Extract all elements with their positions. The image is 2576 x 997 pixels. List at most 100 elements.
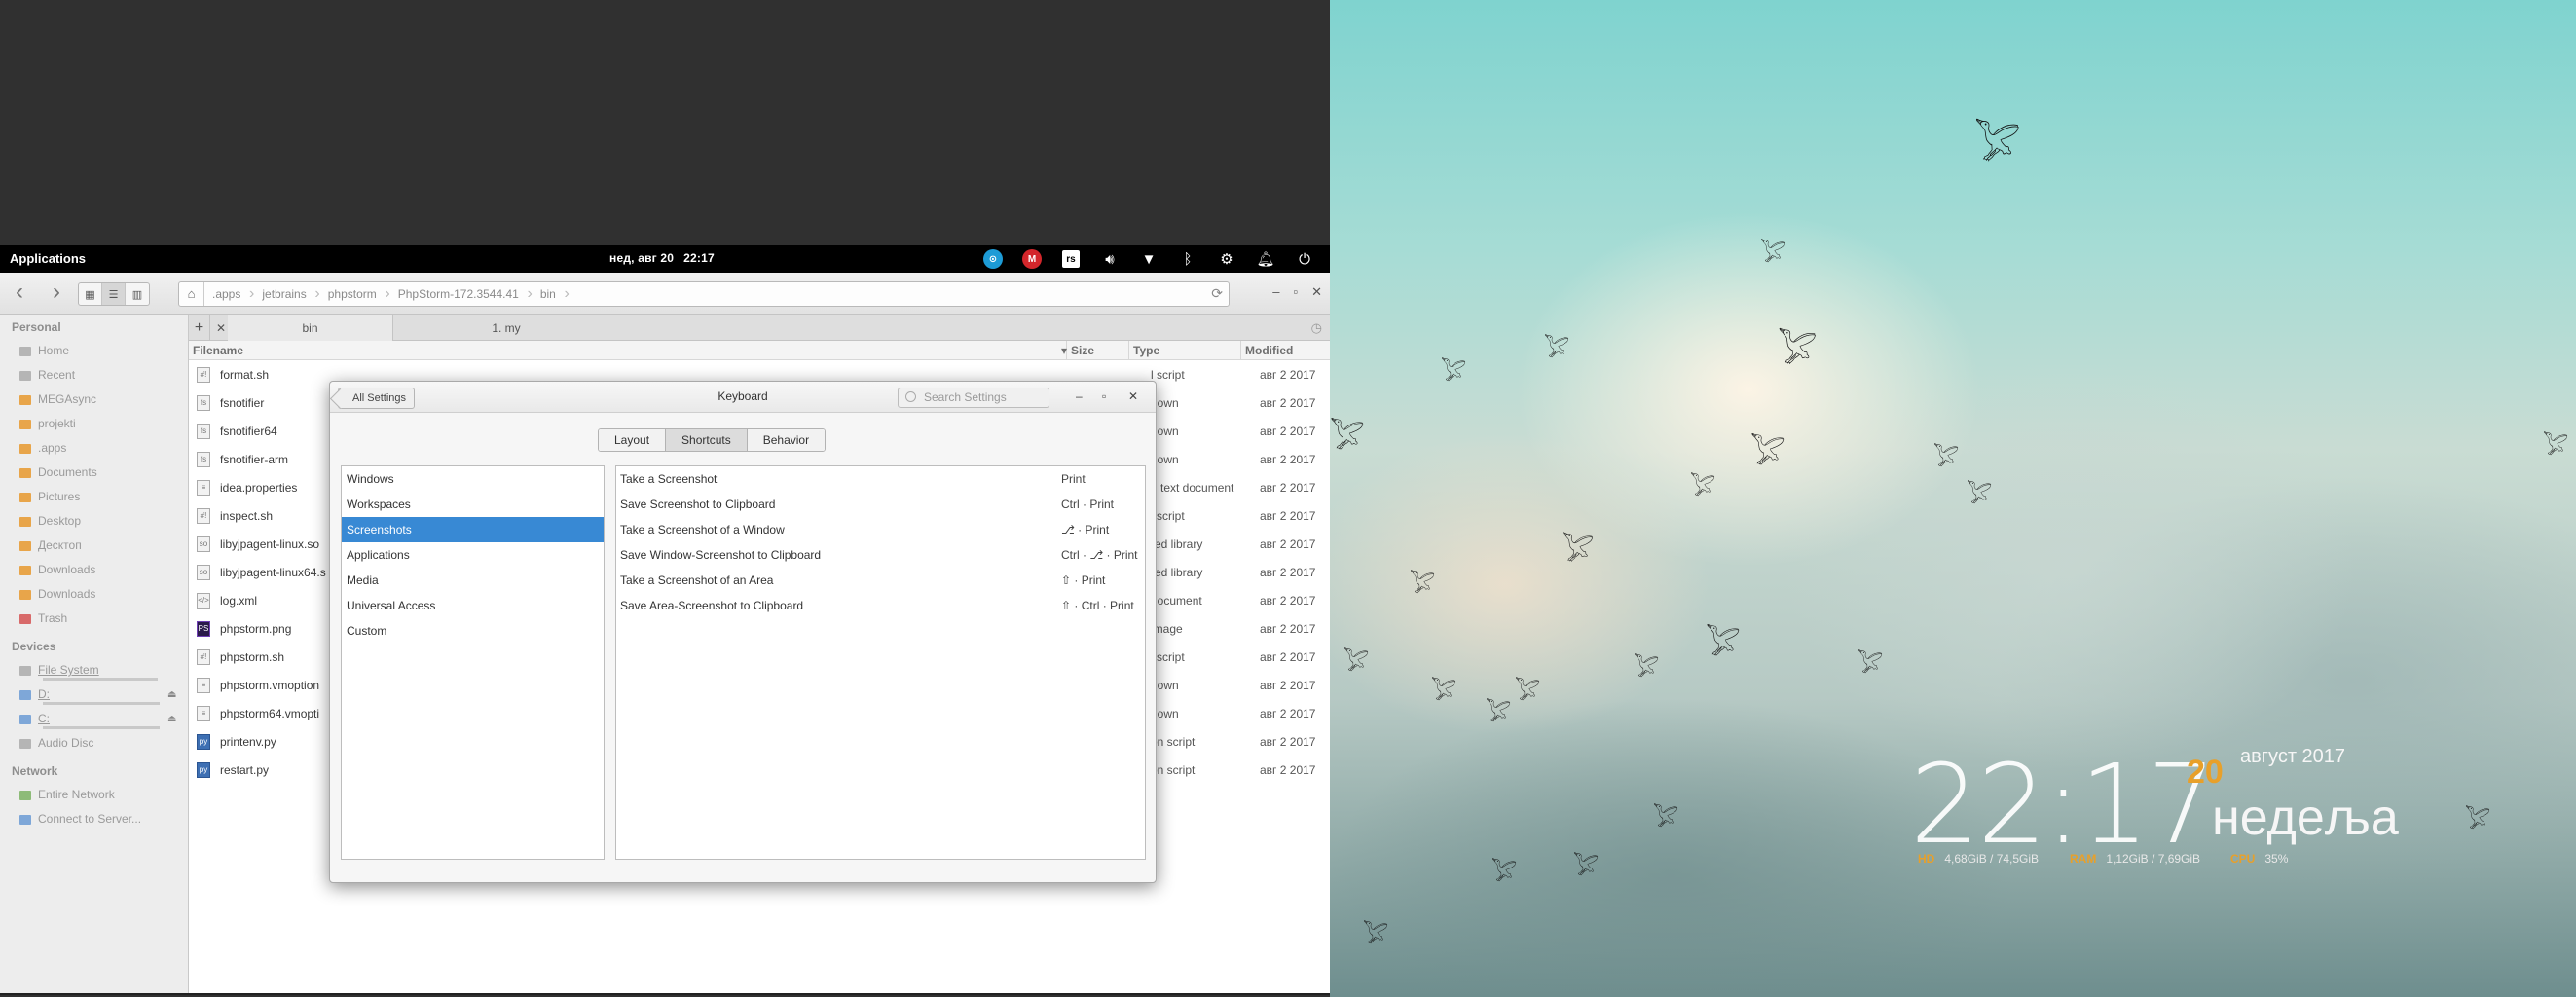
sidebar-item-desktop-cyr[interactable]: Десктоп [0,534,188,558]
network-icon[interactable]: ⊙ [974,247,1012,271]
power-icon[interactable]: ⏻ [1285,247,1324,271]
breadcrumb[interactable]: PhpStorm-172.3544.41 [390,285,533,303]
column-type[interactable]: Type [1129,341,1241,359]
list-view-icon[interactable]: ☰ [102,283,126,305]
close-icon[interactable]: ✕ [1128,389,1138,403]
category-item[interactable]: Windows [342,466,604,492]
desktop-clock-weekday: недеља [2212,790,2399,846]
shortcut-row[interactable]: Take a Screenshot of a Window ⎇ · Print [616,517,1145,542]
close-tab-icon[interactable]: ✕ [216,321,226,335]
shortcut-row[interactable]: Take a Screenshot of an Area ⇧ · Print [616,568,1145,593]
sidebar-item-connect-server[interactable]: Connect to Server... [0,807,188,831]
wifi-icon[interactable]: ▼ [1129,247,1168,271]
shortcut-row[interactable]: Take a Screenshot Print [616,466,1145,492]
bluetooth-icon[interactable]: ᛒ [1168,247,1207,271]
breadcrumb[interactable]: phpstorm [320,285,390,303]
column-modified[interactable]: Modified [1241,341,1329,359]
search-icon [905,391,916,402]
category-item[interactable]: Workspaces [342,492,604,517]
sidebar-item-pictures[interactable]: Pictures [0,485,188,509]
keyboard-settings-header: All Settings Keyboard Search Settings – … [330,382,1156,413]
mega-sync-icon[interactable]: M [1012,247,1051,271]
category-item-selected[interactable]: Screenshots [342,517,604,542]
volume-icon[interactable]: 🔊︎ [1090,247,1129,271]
python-file-icon: py [197,762,210,778]
history-icon[interactable]: ◷ [1311,320,1322,336]
eject-icon[interactable]: ⏏ [167,707,176,731]
new-tab-icon[interactable]: + [189,315,210,341]
maximize-icon[interactable]: ▫ [1293,284,1298,300]
bird-silhouette: 𓅯 [1760,241,1786,266]
tab-my[interactable]: 1. my [399,315,613,341]
shortcut-row[interactable]: Save Window-Screenshot to Clipboard Ctrl … [616,542,1145,568]
tab-shortcuts[interactable]: Shortcuts [666,429,748,451]
bird-silhouette: 𓅯 [1431,680,1457,704]
sidebar-item-recent[interactable]: Recent [0,363,188,388]
panel-time: 22:17 [683,251,715,265]
keyboard-settings-window: All Settings Keyboard Search Settings – … [329,381,1157,883]
folder-icon [19,516,31,527]
folder-icon [19,492,31,502]
home-icon[interactable]: ⌂ [179,282,204,306]
maximize-icon[interactable]: ▫ [1102,389,1106,403]
back-icon[interactable]: ‹ [8,280,31,306]
sidebar-item-entire-network[interactable]: Entire Network [0,783,188,807]
rs-icon[interactable]: rs [1051,247,1090,271]
reload-icon[interactable]: ⟳ [1211,285,1223,302]
column-filename[interactable]: Filename [189,341,1067,359]
breadcrumb[interactable]: jetbrains [254,285,320,303]
minimize-icon[interactable]: – [1076,389,1083,403]
desktop-clock-day: 20 [2187,754,2224,791]
binary-file-icon: ≡ [197,678,210,693]
column-view-icon[interactable]: ▥ [126,283,149,305]
sidebar-item-megasync[interactable]: MEGAsync [0,388,188,412]
bird-silhouette: 𓅯 [1933,446,1960,470]
category-item[interactable]: Applications [342,542,604,568]
sidebar-item-d-drive[interactable]: D: ⏏ [0,683,188,707]
shortcut-row[interactable]: Save Area-Screenshot to Clipboard ⇧ · Ctr… [616,593,1145,618]
sidebar-item-filesystem[interactable]: File System [0,658,188,683]
breadcrumb[interactable]: bin [533,285,570,303]
eject-icon[interactable]: ⏏ [167,683,176,707]
close-icon[interactable]: ✕ [1311,284,1322,300]
search-settings-input[interactable]: Search Settings [898,388,1049,408]
text-file-icon: ≡ [197,480,210,496]
sidebar-item-c-drive[interactable]: C: ⏏ [0,707,188,731]
sidebar-item-audio-disc[interactable]: Audio Disc [0,731,188,756]
forward-icon[interactable]: › [45,280,68,306]
bird-silhouette: 𓅯 [1410,572,1436,597]
ram-usage: RAM 1,12GiB / 7,69GiB [2070,852,2201,866]
folder-icon [19,394,31,405]
sidebar-item-projekti[interactable]: projekti [0,412,188,436]
icon-view-icon[interactable]: ▦ [79,283,102,305]
sidebar-item-documents[interactable]: Documents [0,461,188,485]
tab-layout[interactable]: Layout [599,429,667,451]
column-size[interactable]: Size [1067,341,1129,359]
script-file-icon: #! [197,367,210,383]
category-item[interactable]: Universal Access [342,593,604,618]
panel-clock[interactable]: нед, авг 20 22:17 [609,251,715,265]
sort-arrow-icon[interactable]: ▾ [1057,341,1067,360]
shortcut-row[interactable]: Save Screenshot to Clipboard Ctrl · Print [616,492,1145,517]
tab-behavior[interactable]: Behavior [747,429,826,451]
bird-silhouette: 𓅯 [1858,652,1884,677]
sidebar-item-downloads[interactable]: Downloads [0,558,188,582]
bird-silhouette: 𓅯 [1967,483,1993,507]
category-item[interactable]: Media [342,568,604,593]
minimize-icon[interactable]: – [1272,284,1279,300]
sidebar-item-desktop[interactable]: Desktop [0,509,188,534]
applications-menu[interactable]: Applications [10,251,86,266]
path-bar[interactable]: ⌂ .apps jetbrains phpstorm PhpStorm-172.… [178,281,1230,307]
tab-bin[interactable]: bin [228,315,393,341]
settings-icon[interactable]: ⚙ [1207,247,1246,271]
sidebar-item-home[interactable]: Home [0,339,188,363]
notifications-icon[interactable]: 🔔︎ [1246,247,1285,271]
home-icon [19,346,31,356]
breadcrumb[interactable]: .apps [204,285,255,303]
tab-bar: + ✕ bin 1. my ◷ [189,315,1330,341]
binary-file-icon: fs [197,424,210,439]
sidebar-item-apps[interactable]: .apps [0,436,188,461]
sidebar-item-trash[interactable]: Trash [0,607,188,631]
category-item[interactable]: Custom [342,618,604,644]
sidebar-item-downloads-2[interactable]: Downloads [0,582,188,607]
